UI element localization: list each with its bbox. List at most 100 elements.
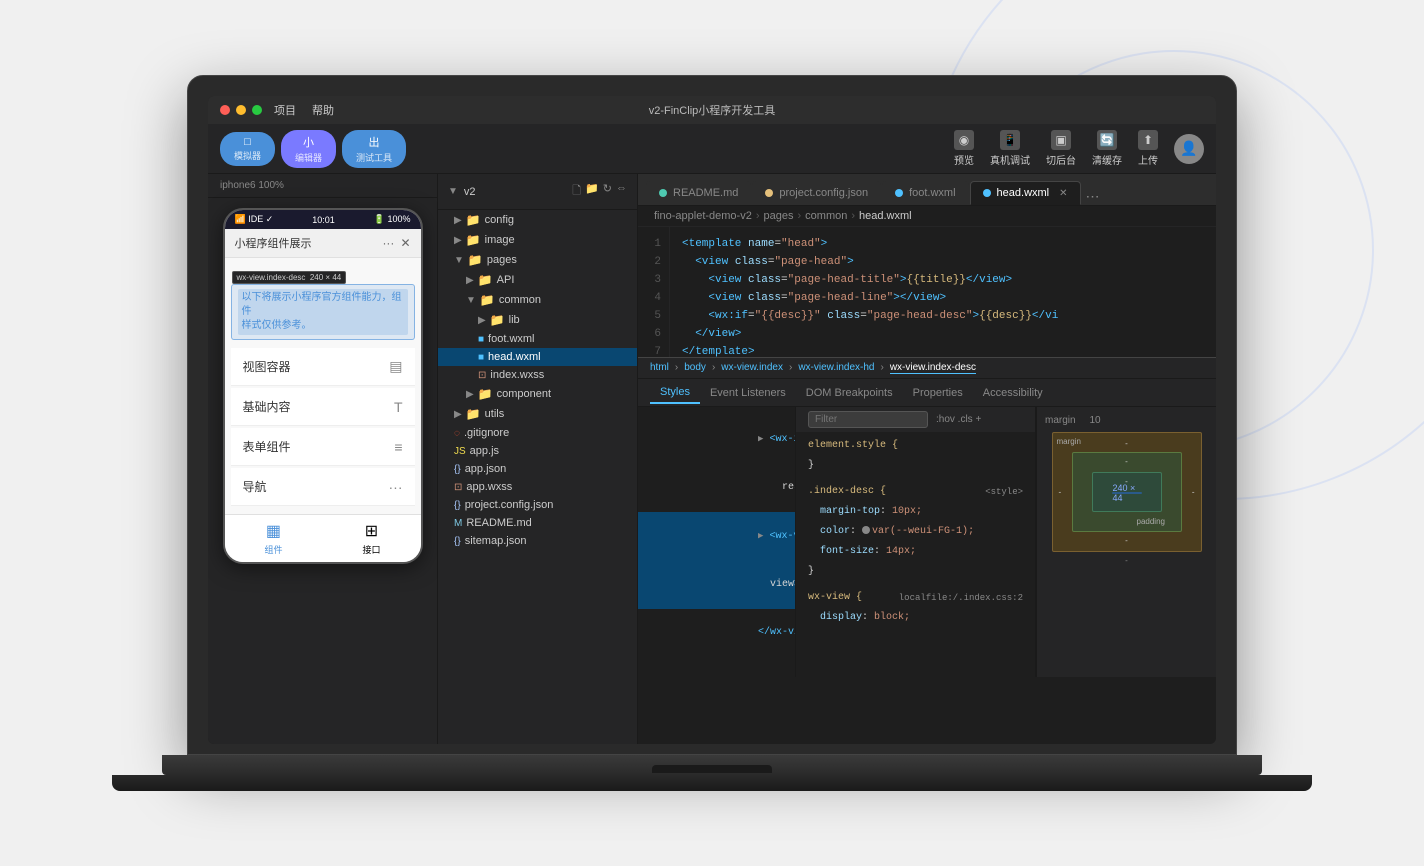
real-device-action[interactable]: 📱 真机调试 [990,130,1030,167]
menu-item-help[interactable]: 帮助 [312,102,334,118]
tree-item-app-json[interactable]: {} app.json [438,460,637,478]
test-button[interactable]: 出 测试工具 [342,130,406,168]
devtools-tab-properties[interactable]: Properties [903,383,973,403]
list-item-3-text: 表单组件 [243,438,291,455]
tree-chevron: ▶ [454,215,462,226]
tree-item-app-wxss[interactable]: ⊡ app.wxss [438,478,637,496]
nav-item-interface[interactable]: ⊞ 接口 [362,521,380,556]
upload-action[interactable]: ⬆ 上传 [1138,130,1158,167]
tree-item-api[interactable]: ▶ 📁 API [438,270,637,290]
new-file-icon[interactable]: 🗋 [572,182,581,201]
tree-item-pages[interactable]: ▼ 📁 pages [438,250,637,270]
tree-item-config[interactable]: ▶ 📁 config [438,210,637,230]
tab-close-icon[interactable]: ✕ [1059,188,1067,199]
breadcrumb: fino-applet-demo-v2 › pages › common › h… [638,206,1216,227]
list-item-3[interactable]: 表单组件 ≡ [231,428,415,466]
wxss-file-icon: ⊡ [478,370,486,381]
tree-item-label: head.wxml [488,351,541,363]
styles-filter-bar: :hov .cls + [796,407,1035,432]
element-path-body[interactable]: body [684,362,706,374]
refresh-icon[interactable]: ↻ [603,182,612,201]
tree-item-utils[interactable]: ▶ 📁 utils [438,404,637,424]
element-path-bar: html › body › wx-view.index › wx-view.in… [638,358,1216,379]
editor-tabs: README.md project.config.json foot.wxml [638,174,1216,206]
tree-item-app-js[interactable]: JS app.js [438,442,637,460]
tree-item-component[interactable]: ▶ 📁 component [438,384,637,404]
phone-bottom-nav: ▦ 组件 ⊞ 接口 [225,514,421,562]
html-line-3[interactable]: </wx-view> [638,609,795,657]
menu-item-project[interactable]: 项目 [274,102,296,118]
devtools-tabs-bar: Styles Event Listeners DOM Breakpoints P… [638,379,1216,407]
tree-item-lib[interactable]: ▶ 📁 lib [438,310,637,330]
close-button[interactable] [220,105,230,115]
html-line-1[interactable]: ▶ <wx-image class="index-logo" src="../r… [638,415,795,464]
devtools-html-inspector[interactable]: ▶ <wx-image class="index-logo" src="../r… [638,407,796,677]
laptop-base [112,775,1312,791]
avatar[interactable]: 👤 [1174,134,1204,164]
element-path-html[interactable]: html [650,362,669,374]
tree-root-name: v2 [464,186,476,198]
tree-chevron: ▶ [454,235,462,246]
devtools-tab-event-listeners[interactable]: Event Listeners [700,383,796,403]
devtools-tab-styles[interactable]: Styles [650,382,700,404]
md-file-icon: M [454,518,462,529]
tree-chevron: ▶ [454,409,462,420]
tab-readme[interactable]: README.md [646,181,751,205]
html-line-4[interactable]: ▶ <wx-view class="index-bd">...</wx-view… [638,657,795,677]
tree-item-index-wxss[interactable]: ⊡ index.wxss [438,366,637,384]
html-line-2b[interactable]: view> == $0 [638,561,795,609]
folder-icon: 📁 [468,253,483,267]
new-folder-icon[interactable]: 📁 [585,182,599,201]
list-item-2[interactable]: 基础内容 T [231,388,415,426]
phone-dots-icon[interactable]: ··· [382,236,394,250]
clear-cache-action[interactable]: 🔄 清缓存 [1092,130,1122,167]
tree-item-head-wxml[interactable]: ■ head.wxml [438,348,637,366]
phone-content: wx-view.index-desc 240 × 44 以下将展示小程序官方组件… [225,258,421,514]
tree-item-readme[interactable]: M README.md [438,514,637,532]
list-item-4-text: 导航 [243,478,267,495]
element-path-wx-view-index[interactable]: wx-view.index [721,362,783,374]
tree-root-chevron[interactable]: ▼ [448,186,458,197]
styles-panel: element.style { } .index-desc { <style> [796,432,1035,677]
tree-item-sitemap[interactable]: {} sitemap.json [438,532,637,550]
html-line-1b[interactable]: resources/kind/logo.png">...</wx-image> [638,464,795,512]
maximize-button[interactable] [252,105,262,115]
code-editor[interactable]: 1 2 3 4 5 6 7 8 <template name="head"> <… [638,227,1216,357]
tree-item-label: common [499,294,541,306]
phone-close-icon[interactable]: ✕ [400,236,410,250]
tree-item-label: README.md [466,517,531,529]
tab-head-wxml[interactable]: head.wxml ✕ [970,181,1081,205]
code-content[interactable]: <template name="head"> <view class="page… [670,227,1216,357]
preview-action[interactable]: ◉ 预览 [954,130,974,167]
styles-filter-input[interactable] [808,411,928,428]
simulator-button[interactable]: □ 模拟器 [220,132,275,166]
html-line-2[interactable]: ▶ <wx-view class="index-desc">以下将展示小程序官方… [638,512,795,561]
phone-frame: 📶 IDE ✓ 10:01 🔋 100% 小程序组件展示 ··· ✕ [208,198,437,744]
element-path-wx-view-index-hd[interactable]: wx-view.index-hd [798,362,874,374]
tree-item-gitignore[interactable]: ◌ .gitignore [438,424,637,442]
tree-item-common[interactable]: ▼ 📁 common [438,290,637,310]
tab-dot [983,189,991,197]
list-item-4[interactable]: 导航 ··· [231,468,415,506]
tab-more-icon[interactable]: ⋯ [1086,188,1100,205]
preview-label: 预览 [954,152,974,167]
element-path-wx-view-index-desc[interactable]: wx-view.index-desc [890,362,976,374]
tab-foot-wxml[interactable]: foot.wxml [882,181,968,205]
devtools-tab-dom-breakpoints[interactable]: DOM Breakpoints [796,383,903,403]
tree-item-project-config[interactable]: {} project.config.json [438,496,637,514]
tree-item-label: sitemap.json [465,535,527,547]
folder-icon: 📁 [466,233,481,247]
tree-item-foot-wxml[interactable]: ■ foot.wxml [438,330,637,348]
list-item-1[interactable]: 视图容器 ▤ [231,348,415,386]
editor-button[interactable]: 小 编辑器 [281,130,336,168]
element-label: wx-view.index-desc 240 × 44 [232,271,347,284]
nav-item-components[interactable]: ▦ 组件 [264,521,282,556]
tree-item-image[interactable]: ▶ 📁 image [438,230,637,250]
background-action[interactable]: ▣ 切后台 [1046,130,1076,167]
tab-project-config[interactable]: project.config.json [752,181,881,205]
real-device-label: 真机调试 [990,152,1030,167]
tree-item-label: index.wxss [490,369,544,381]
minimize-button[interactable] [236,105,246,115]
collapse-icon[interactable]: ⇔ [616,182,627,201]
devtools-tab-accessibility[interactable]: Accessibility [973,383,1053,403]
